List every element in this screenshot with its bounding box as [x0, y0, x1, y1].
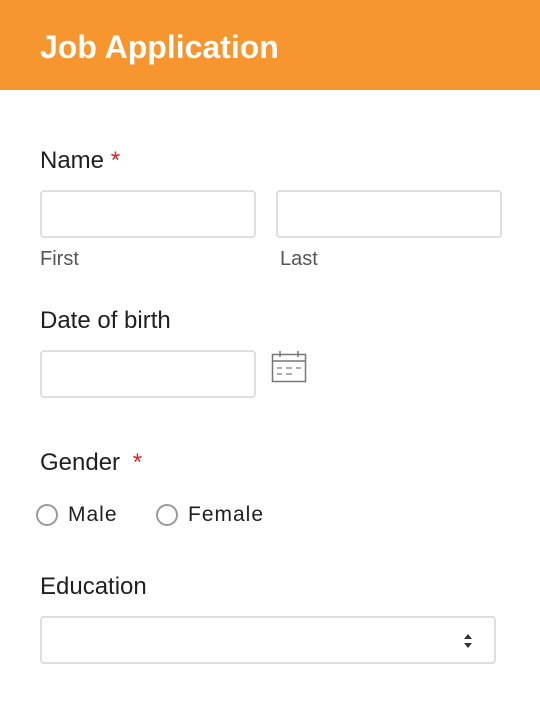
gender-label: Gender: [40, 449, 121, 476]
form-header: Job Application: [0, 0, 540, 90]
name-required-mark: *: [110, 147, 121, 174]
education-select[interactable]: [40, 616, 496, 664]
female-radio-label: Female: [188, 503, 265, 526]
name-label-row: Name *: [40, 146, 120, 176]
first-name-sublabel: First: [40, 248, 79, 270]
gender-option-female[interactable]: Female: [156, 503, 264, 527]
male-radio[interactable]: [36, 504, 58, 526]
gender-required-mark: *: [132, 449, 143, 476]
calendar-icon[interactable]: [271, 350, 307, 384]
last-name-input[interactable]: [276, 190, 502, 238]
male-radio-label: Male: [68, 503, 118, 526]
form-title: Job Application: [40, 29, 279, 65]
education-label: Education: [40, 573, 147, 600]
name-label: Name: [40, 147, 105, 174]
female-radio[interactable]: [156, 504, 178, 526]
gender-option-male[interactable]: Male: [36, 503, 118, 527]
gender-label-row: Gender *: [40, 448, 142, 478]
select-arrows-icon: [464, 634, 472, 648]
last-name-sublabel: Last: [280, 248, 318, 270]
dob-input[interactable]: [40, 350, 256, 398]
dob-label: Date of birth: [40, 307, 171, 334]
first-name-input[interactable]: [40, 190, 256, 238]
